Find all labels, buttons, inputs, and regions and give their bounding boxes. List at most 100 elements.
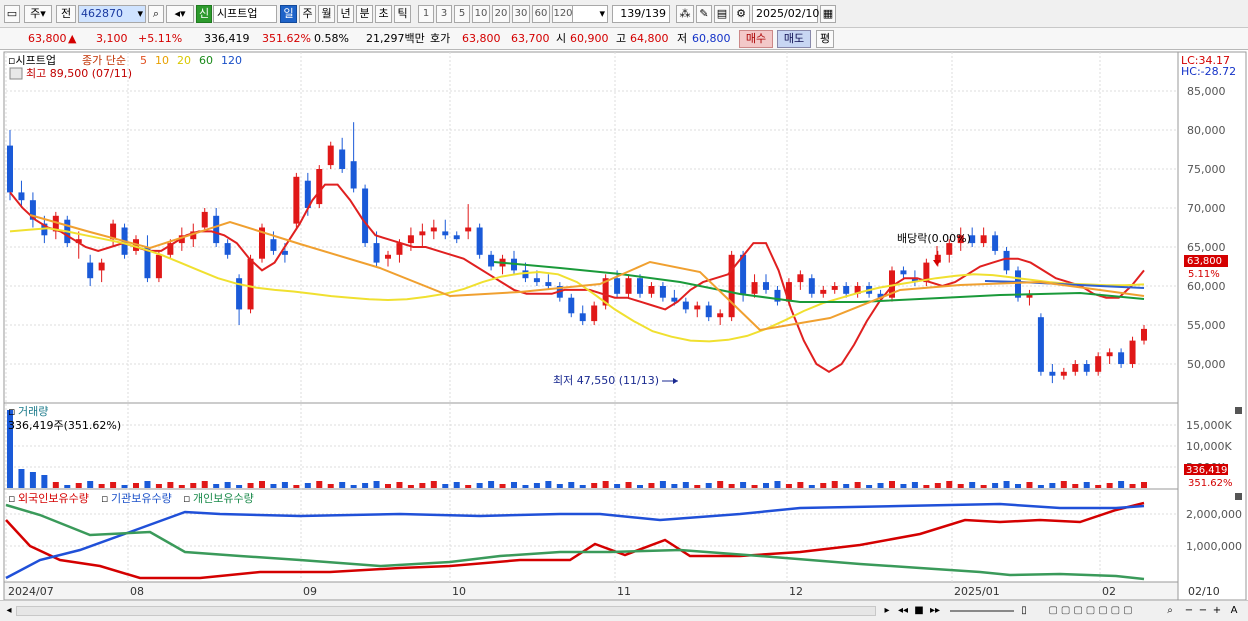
candle-body [568, 297, 575, 314]
scroll-left-icon[interactable]: ◂ [4, 604, 14, 618]
candle-body [155, 254, 162, 279]
volume-bar [178, 485, 185, 488]
x-axis-label: 2025/01 [954, 585, 1000, 598]
volume-bar [992, 483, 999, 488]
volume-bar [659, 481, 666, 488]
candle-body [1095, 356, 1102, 372]
volume-bar [224, 482, 231, 488]
volume-bar [350, 485, 357, 488]
candle-body [705, 305, 712, 318]
x-axis-label: 09 [303, 585, 317, 598]
candle-body [385, 254, 391, 259]
volume-bar [396, 482, 403, 488]
ma-legend-item: 120 [221, 54, 242, 67]
candle-body [1129, 340, 1136, 364]
x-axis-label: 02/10 [1188, 585, 1220, 598]
volume-bar [602, 481, 609, 488]
volume-bar [763, 483, 769, 488]
minus-icon[interactable]: − [1196, 604, 1210, 618]
candle-body [717, 313, 724, 318]
candle-body [682, 301, 689, 310]
candle-body [87, 262, 94, 279]
price-y-label: 50,000 [1187, 358, 1226, 371]
candle-body [1003, 250, 1010, 271]
volume-bar [41, 475, 48, 488]
volume-bar [373, 481, 380, 488]
volume-bar [717, 481, 724, 488]
candle-body [442, 231, 449, 236]
volume-bar [969, 482, 976, 488]
volume-bar [900, 484, 907, 488]
forward-icon[interactable]: ▸▸ [928, 604, 942, 618]
candle-body [18, 192, 25, 201]
candle-body [339, 149, 346, 169]
volume-bar [144, 481, 151, 488]
bottom-bar: ◂ ▸ ◂◂ ■ ▸▸ ▯ ▢▢▢▢▢▢▢ ⌕ − − + A [0, 600, 1248, 621]
candle-body [763, 282, 769, 290]
candle-body [579, 313, 586, 322]
volume-bar [785, 484, 792, 488]
candle-body [476, 227, 483, 255]
volume-legend-marker: ▫ [8, 405, 15, 418]
view-mode-icons[interactable]: ▢▢▢▢▢▢▢ [1032, 604, 1152, 618]
stop-icon[interactable]: ■ [912, 604, 926, 618]
volume-bar [419, 483, 426, 488]
volume-bar [167, 482, 174, 488]
volume-bar [98, 484, 105, 488]
font-size-icon[interactable]: A [1226, 604, 1242, 618]
zoom-out-icon[interactable]: − [1182, 604, 1196, 618]
close-icon[interactable] [1235, 407, 1242, 414]
volume-bar [259, 481, 265, 488]
candle-body [659, 286, 666, 298]
candle-body [522, 270, 529, 279]
candle-body [1106, 352, 1113, 357]
price-y-label: 70,000 [1187, 202, 1226, 215]
volume-bar [64, 485, 71, 488]
candle-body [488, 254, 495, 267]
close-icon[interactable] [1235, 493, 1242, 500]
candle-body [293, 176, 300, 224]
volume-bar [133, 483, 139, 488]
volume-bar [614, 484, 621, 488]
volume-bar [1095, 485, 1102, 488]
volume-bar [946, 481, 953, 488]
volume-bar [854, 482, 861, 488]
volume-bar [1049, 483, 1056, 488]
volume-bar [488, 481, 495, 488]
scroll-right-icon[interactable]: ▸ [880, 604, 894, 618]
chart-canvas[interactable]: 85,000 80,000 75,000 70,000 65,000 60,000 55,0… [0, 0, 1248, 600]
volume-bar [889, 481, 895, 488]
candle-body [350, 161, 357, 189]
volume-bar [52, 482, 59, 488]
candle-body [373, 243, 380, 263]
candle-body [1049, 371, 1056, 376]
candle-body [362, 188, 369, 244]
zoom-slider[interactable] [950, 610, 1014, 612]
candle-body [843, 286, 850, 294]
price-y-label: 55,000 [1187, 319, 1226, 332]
volume-bar [591, 483, 598, 488]
rewind-icon[interactable]: ◂◂ [896, 604, 910, 618]
calendar-icon[interactable] [9, 67, 23, 80]
holding-legend: ▫ 외국인보유수량 ▫ 기관보유수량 ▫ 개인보유수량 [8, 492, 254, 505]
holding-legend-item: 외국인보유수량 [18, 492, 89, 505]
volume-bar [797, 482, 804, 488]
zoom-handle-icon[interactable]: ▯ [1018, 604, 1030, 618]
candle-body [224, 243, 231, 255]
candle-body [980, 235, 987, 244]
price-y-label: 75,000 [1187, 163, 1226, 176]
volume-bar [339, 482, 346, 488]
candle-body [591, 305, 598, 322]
search-icon[interactable]: ⌕ [1160, 604, 1180, 618]
candle-body [1072, 364, 1079, 372]
horizontal-scrollbar[interactable] [16, 606, 876, 616]
volume-bar [671, 484, 678, 488]
candle-body [407, 235, 414, 244]
candle-body [625, 278, 632, 294]
volume-bar [213, 484, 220, 488]
volume-bar [980, 485, 987, 488]
volume-bar [236, 485, 243, 488]
volume-bar [774, 481, 781, 488]
zoom-in-icon[interactable]: + [1210, 604, 1224, 618]
holding-legend-item: 개인보유수량 [193, 492, 254, 505]
